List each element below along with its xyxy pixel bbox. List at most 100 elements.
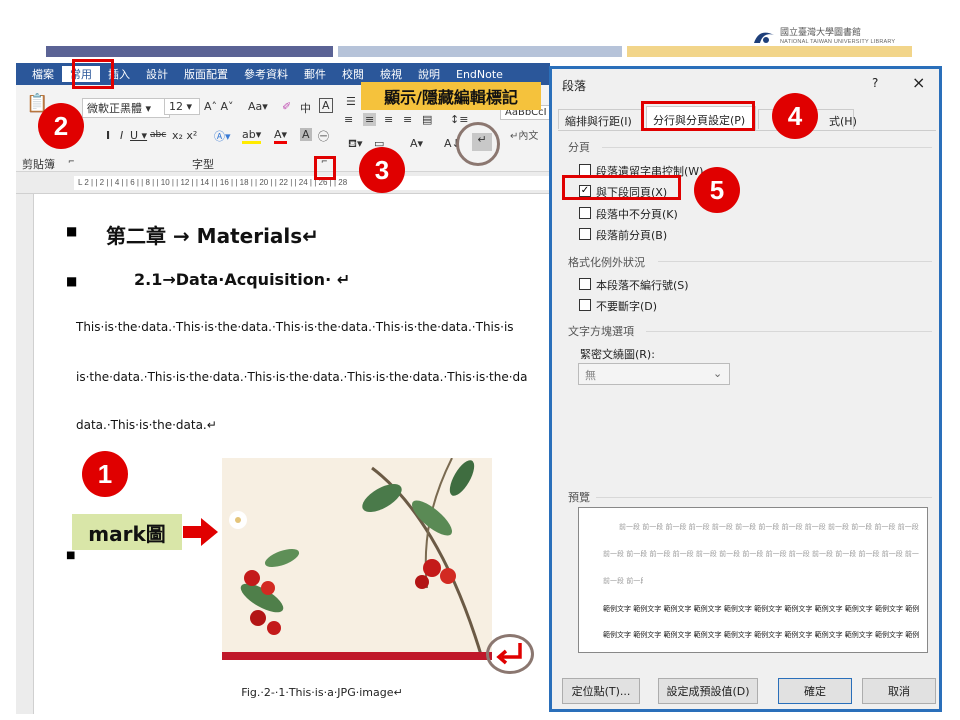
no-hyphenation-checkbox[interactable] bbox=[579, 299, 591, 311]
dialog-help-button[interactable]: ? bbox=[872, 76, 878, 90]
tight-wrap-value: 無 bbox=[585, 369, 596, 382]
cherry-illustration-icon bbox=[222, 458, 492, 660]
home-tab-highlight bbox=[72, 59, 114, 89]
header-strip-2 bbox=[338, 46, 622, 57]
paragraph-line-1[interactable]: This·is·the·data.·This·is·the·data.·This… bbox=[76, 320, 514, 334]
underline-icon[interactable]: U ▾ bbox=[130, 129, 147, 142]
show-hide-ring bbox=[456, 122, 500, 166]
section-textbox-options: 文字方塊選項 bbox=[568, 325, 634, 338]
suppress-line-numbers-checkbox[interactable] bbox=[579, 278, 591, 290]
tab-review[interactable]: 校閱 bbox=[334, 66, 372, 82]
change-case-icon[interactable]: Aa▾ bbox=[248, 100, 268, 113]
strikethrough-icon[interactable]: abc bbox=[150, 130, 166, 140]
header-strip-1 bbox=[46, 46, 333, 57]
grow-font-icon[interactable]: A˄ A˅ bbox=[204, 100, 234, 113]
callout-4: 4 bbox=[772, 93, 818, 139]
font-color-icon[interactable]: A▾ bbox=[274, 128, 288, 144]
page-break-before-label[interactable]: 段落前分頁(B) bbox=[596, 227, 667, 243]
tab-design[interactable]: 設計 bbox=[138, 66, 176, 82]
keep-with-next-highlight bbox=[562, 175, 681, 200]
callout-1: 1 bbox=[82, 451, 128, 497]
line-spacing-icon[interactable]: ↕≡ bbox=[450, 113, 468, 126]
logo-english-text: NATIONAL TAIWAN UNIVERSITY LIBRARY bbox=[780, 39, 896, 45]
callout-3: 3 bbox=[359, 147, 405, 193]
char-shading-icon[interactable]: A bbox=[300, 128, 312, 141]
distributed-icon[interactable]: ▤ bbox=[422, 113, 432, 126]
style-name-normal[interactable]: ↵內文 bbox=[510, 127, 538, 142]
preview-sample-line-2: 範例文字 範例文字 範例文字 範例文字 範例文字 範例文字 範例文字 範例文字 … bbox=[603, 631, 919, 639]
tab-file[interactable]: 檔案 bbox=[16, 66, 62, 82]
align-right-icon[interactable]: ≡ bbox=[384, 113, 393, 126]
text-effects-icon[interactable]: Ⓐ▾ bbox=[214, 128, 231, 144]
no-hyphenation-label[interactable]: 不要斷字(D) bbox=[596, 298, 657, 314]
char-border-icon[interactable]: A bbox=[319, 98, 333, 113]
logo-chinese-text: 國立臺灣大學圖書館 bbox=[780, 28, 862, 38]
tab-asian-label: 式(H) bbox=[829, 115, 857, 128]
dialog-title: 段落 bbox=[562, 79, 587, 93]
tab-endnote[interactable]: EndNote bbox=[448, 68, 511, 81]
preview-sample-line-1: 範例文字 範例文字 範例文字 範例文字 範例文字 範例文字 範例文字 範例文字 … bbox=[603, 605, 919, 613]
font-name-dropdown[interactable]: 微軟正黑體 ▾ bbox=[82, 98, 170, 118]
enclose-char-icon[interactable]: ㊀ bbox=[318, 128, 329, 144]
ok-button[interactable]: 確定 bbox=[778, 678, 852, 704]
section-preview: 預覽 bbox=[568, 491, 590, 504]
align-center-icon[interactable]: ≡ bbox=[363, 113, 377, 126]
preview-pane: 前一段 前一段 前一段 前一段 前一段 前一段 前一段 前一段 前一段 前一段 … bbox=[578, 507, 928, 653]
preview-prev-line-1: 前一段 前一段 前一段 前一段 前一段 前一段 前一段 前一段 前一段 前一段 … bbox=[619, 523, 919, 531]
cherry-image[interactable] bbox=[222, 458, 492, 660]
highlight-icon[interactable]: ab▾ bbox=[242, 128, 262, 144]
font-size-dropdown[interactable]: 12 ▾ bbox=[164, 98, 200, 115]
tab-mailings[interactable]: 郵件 bbox=[296, 66, 334, 82]
phonetic-guide-icon[interactable]: 中 bbox=[300, 100, 311, 116]
tab-indents-spacing[interactable]: 縮排與行距(I) bbox=[558, 109, 644, 129]
chevron-down-icon: ⌄ bbox=[713, 367, 723, 380]
chapter-title[interactable]: 第二章 → Materials↵ bbox=[106, 220, 319, 249]
clear-format-icon[interactable]: ✐ bbox=[282, 100, 291, 113]
clipboard-launcher-icon[interactable]: ⌐ bbox=[68, 157, 75, 166]
tight-wrap-label: 緊密文繞圖(R): bbox=[580, 348, 655, 361]
justify-icon[interactable]: ≡ bbox=[403, 113, 412, 126]
section-title[interactable]: 2.1→Data·Acquisition· ↵ bbox=[134, 270, 350, 289]
section-exceptions: 格式化例外狀況 bbox=[568, 256, 645, 269]
paragraph-line-3[interactable]: data.·This·is·the·data.↵ bbox=[76, 418, 217, 432]
page-break-before-checkbox[interactable] bbox=[579, 228, 591, 240]
figure-caption[interactable]: Fig.·2-·1·This·is·a·JPG·image↵ bbox=[34, 686, 550, 699]
arrow-right-icon bbox=[183, 518, 218, 546]
bullets-icon[interactable]: ☰ bbox=[346, 95, 356, 108]
suppress-line-numbers-label[interactable]: 本段落不編行號(S) bbox=[596, 277, 689, 293]
paragraph-mark-icon bbox=[496, 643, 522, 665]
asian-layout-icon[interactable]: A▾ bbox=[410, 137, 423, 150]
group-label-clipboard: 剪貼簿 bbox=[22, 158, 55, 171]
paragraph-dialog: 段落 ? × 縮排與行距(I) 分行與分頁設定(P) 式(H) 分頁 段落遺留字… bbox=[549, 66, 942, 712]
tab-references[interactable]: 參考資料 bbox=[236, 66, 296, 82]
bullet-mark: ■ bbox=[66, 550, 76, 561]
breaks-tab-highlight bbox=[641, 101, 755, 131]
horizontal-ruler[interactable]: L 2 | | 2 | | 4 | | 6 | | 8 | | 10 | | 1… bbox=[16, 172, 550, 194]
ruler-scale: L 2 | | 2 | | 4 | | 6 | | 8 | | 10 | | 1… bbox=[74, 176, 550, 190]
font-name-value: 微軟正黑體 bbox=[87, 102, 142, 115]
keep-lines-together-label[interactable]: 段落中不分頁(K) bbox=[596, 206, 678, 222]
subscript-icon[interactable]: x₂ x² bbox=[172, 129, 197, 142]
bullet-mark: ■ bbox=[66, 274, 78, 288]
mark-figure-label: mark圖 bbox=[72, 514, 182, 550]
paragraph-launcher-highlight bbox=[314, 156, 336, 180]
tab-help[interactable]: 說明 bbox=[410, 66, 448, 82]
set-default-button[interactable]: 設定成預設值(D) bbox=[658, 678, 758, 704]
bold-icon[interactable]: I bbox=[106, 129, 110, 142]
dialog-close-button[interactable]: × bbox=[912, 73, 925, 92]
tab-view[interactable]: 檢視 bbox=[372, 66, 410, 82]
italic-icon[interactable]: I bbox=[120, 129, 123, 142]
vertical-ruler[interactable] bbox=[16, 194, 34, 714]
preview-prev-line-2: 前一段 前一段 前一段 前一段 前一段 前一段 前一段 前一段 前一段 前一段 … bbox=[603, 550, 919, 558]
align-left-icon[interactable]: ≡ bbox=[344, 113, 353, 126]
show-hide-marks-label: 顯示/隱藏編輯標記 bbox=[361, 82, 541, 110]
preview-prev-line-3: 前一段 前一段 前一段 前一段 前一段 前一段 前一段 前一段 前一段 前一段 … bbox=[603, 577, 643, 585]
section-pagination: 分頁 bbox=[568, 141, 590, 154]
tabs-button[interactable]: 定位點(T)... bbox=[562, 678, 640, 704]
tab-layout[interactable]: 版面配置 bbox=[176, 66, 236, 82]
keep-lines-together-checkbox[interactable] bbox=[579, 207, 591, 219]
cancel-button[interactable]: 取消 bbox=[862, 678, 936, 704]
paragraph-line-2[interactable]: is·the·data.·This·is·the·data.·This·is·t… bbox=[76, 370, 528, 384]
tight-wrap-dropdown[interactable]: 無 ⌄ bbox=[578, 363, 730, 385]
shading-icon[interactable]: ⛾▾ bbox=[348, 137, 363, 152]
